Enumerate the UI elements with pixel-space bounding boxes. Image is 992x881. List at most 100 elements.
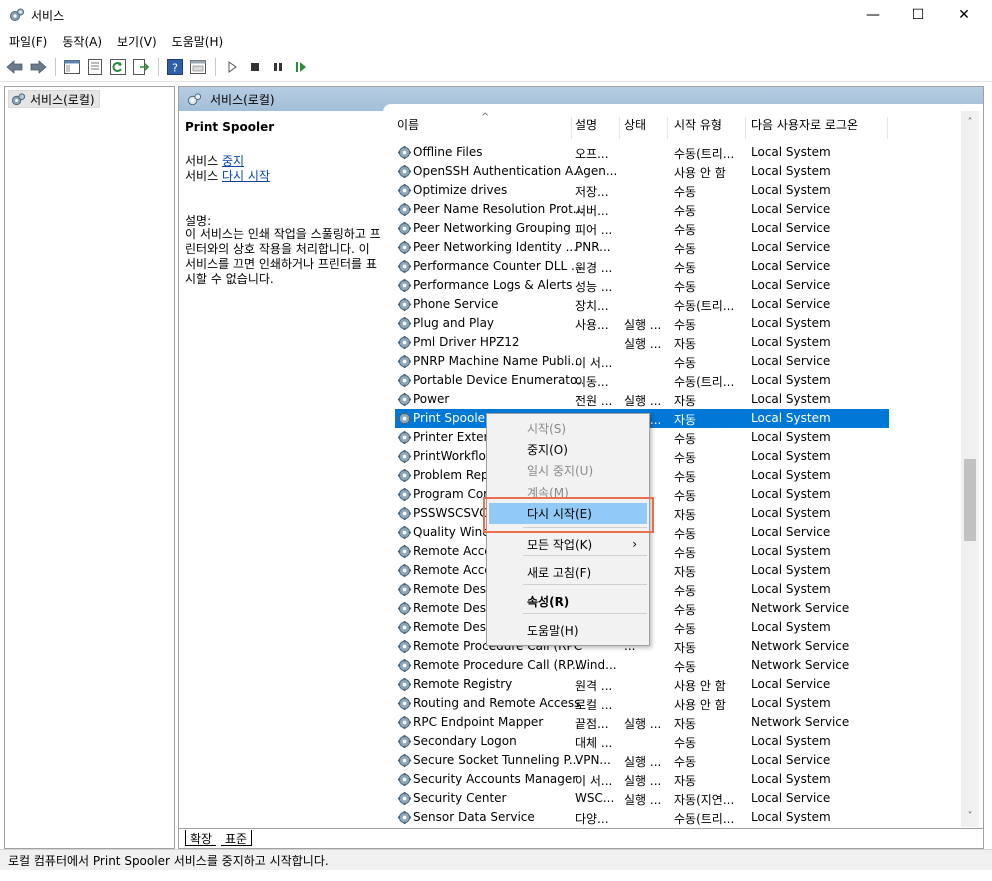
cell-name: Power <box>413 392 450 406</box>
service-gear-icon <box>397 373 412 388</box>
vertical-scrollbar[interactable]: ˄ ˅ <box>961 111 979 827</box>
menu-help[interactable]: 도움말(H) <box>166 33 230 50</box>
ctx-item-pause[interactable]: 일시 중지(U) <box>489 460 647 481</box>
column-divider[interactable] <box>571 117 572 139</box>
cell-logon-as: Network Service <box>751 601 850 615</box>
table-row[interactable]: Peer Name Resolution Prot... 서버... 수동 Local… <box>395 200 889 219</box>
tree-item-services-local[interactable]: 서비스(로컬) <box>8 90 100 108</box>
back-icon[interactable] <box>4 56 26 78</box>
cell-startup-type: 수동 <box>674 242 697 256</box>
restart-action: 서비스 다시 시작 <box>185 167 270 184</box>
service-gear-icon <box>397 620 412 635</box>
table-row[interactable]: Plug and Play 사용... 실행 ... 수동 Local System <box>395 314 889 333</box>
stop-service-link[interactable]: 중지 <box>222 154 244 168</box>
table-row[interactable]: Sensor Data Service 다양... 수동(트리... Local Sy… <box>395 808 889 827</box>
cell-name: Security Center <box>413 791 507 805</box>
table-row[interactable]: RPC Endpoint Mapper 끝점... 실행 ... 자동 Network … <box>395 713 889 732</box>
ctx-item-label: 시작(S) <box>527 422 567 436</box>
service-gear-icon <box>397 734 412 749</box>
table-row[interactable]: Performance Logs & Alerts 성능 ... 수동 Local S… <box>395 276 889 295</box>
table-row[interactable]: Peer Networking Grouping 피어 ... 수동 Local Se… <box>395 219 889 238</box>
column-divider[interactable] <box>887 117 888 139</box>
minimize-button[interactable]: — <box>850 0 896 30</box>
cell-startup-type: 사용 안 함 <box>674 679 726 693</box>
menu-view[interactable]: 보기(V) <box>111 33 163 50</box>
ctx-item-stop[interactable]: 중지(O) <box>489 439 647 460</box>
column-divider[interactable] <box>667 117 668 139</box>
menu-separator <box>523 555 647 556</box>
service-gear-icon <box>397 449 412 464</box>
menu-file[interactable]: 파일(F) <box>3 33 53 50</box>
table-row[interactable]: Performance Counter DLL ... 원경 ... 수동 Local… <box>395 257 889 276</box>
scroll-thumb[interactable] <box>964 459 976 541</box>
services-gear-icon <box>187 92 202 105</box>
pause-service-icon[interactable] <box>267 56 289 78</box>
ctx-item-start[interactable]: 시작(S) <box>489 418 647 439</box>
menu-action[interactable]: 동작(A) <box>56 33 108 50</box>
table-row[interactable]: Optimize drives 저장... 수동 Local System <box>395 181 889 200</box>
table-row[interactable]: OpenSSH Authentication A... Agen... 사용 안 함… <box>395 162 889 181</box>
export-list-icon[interactable] <box>130 56 152 78</box>
column-divider[interactable] <box>745 117 746 139</box>
close-button[interactable]: ✕ <box>941 0 987 30</box>
forward-icon[interactable] <box>27 56 49 78</box>
service-gear-icon <box>397 544 412 559</box>
service-gear-icon <box>397 601 412 616</box>
column-header-logon-as[interactable]: 다음 사용자로 로그온 <box>751 104 858 144</box>
table-row[interactable]: Secondary Logon 대체 ... 수동 Local System <box>395 732 889 751</box>
service-gear-icon <box>397 582 412 597</box>
cell-name: Performance Logs & Alerts <box>413 278 573 292</box>
cell-name: OpenSSH Authentication A... <box>413 164 583 178</box>
cell-logon-as: Local Service <box>751 753 831 767</box>
column-header-startup-type[interactable]: 시작 유형 <box>674 104 722 144</box>
scroll-up-icon[interactable]: ˄ <box>961 113 979 131</box>
column-header-name[interactable]: 이름 <box>397 104 419 144</box>
properties-sheet-icon[interactable] <box>84 56 106 78</box>
table-row[interactable]: Portable Device Enumerato... 이동... 수동(트리..… <box>395 371 889 390</box>
restart-service-link[interactable]: 다시 시작 <box>222 169 270 183</box>
cell-startup-type: 수동 <box>674 280 697 294</box>
stop-service-icon[interactable] <box>244 56 266 78</box>
table-row[interactable]: Pml Driver HPZ12 실행 ... 자동 Local System <box>395 333 889 352</box>
ctx-item-refresh[interactable]: 새로 고침(F) <box>489 562 647 583</box>
table-row[interactable]: Peer Networking Identity ... PNR... 수동 Loca… <box>395 238 889 257</box>
refresh-icon[interactable] <box>107 56 129 78</box>
ctx-item-all-tasks[interactable]: 모든 작업(K) › <box>489 534 647 555</box>
table-row[interactable]: Remote Procedure Call (RP... Wind... 수동 Net… <box>395 656 889 675</box>
tab-standard[interactable]: 표준 <box>221 830 253 846</box>
scroll-down-icon[interactable]: ˅ <box>961 807 979 825</box>
cell-startup-type: 자동 <box>674 508 697 522</box>
column-header-description[interactable]: 설명 <box>575 104 597 144</box>
maximize-button[interactable]: ☐ <box>895 0 941 30</box>
ctx-item-help[interactable]: 도움말(H) <box>489 620 647 641</box>
cell-logon-as: Local System <box>751 373 831 387</box>
cell-description: 다양... <box>575 812 609 826</box>
restart-service-icon[interactable] <box>290 56 312 78</box>
cell-name: Portable Device Enumerato... <box>413 373 583 387</box>
cell-startup-type: 자동 <box>674 565 697 579</box>
table-row[interactable]: PNRP Machine Name Publi... 이 서... 수동 Local … <box>395 352 889 371</box>
tab-extended[interactable]: 확장 <box>185 830 217 846</box>
cell-logon-as: Local System <box>751 696 831 710</box>
table-row[interactable]: Security Center WSC... 실행 ... 자동(지연... Local… <box>395 789 889 808</box>
show-tree-icon[interactable] <box>61 56 83 78</box>
column-header-status[interactable]: 상태 <box>624 104 646 144</box>
ctx-item-properties[interactable]: 속성(R) <box>489 591 647 612</box>
cell-logon-as: Local System <box>751 772 831 786</box>
ctx-item-resume[interactable]: 계속(M) <box>489 482 647 503</box>
help-icon[interactable]: ? <box>164 56 186 78</box>
table-row[interactable]: Phone Service 장치... 수동(트리... Local Service <box>395 295 889 314</box>
column-divider[interactable] <box>619 117 620 139</box>
console-tree-icon[interactable] <box>187 56 209 78</box>
ctx-item-restart[interactable]: 다시 시작(E) <box>489 503 647 524</box>
table-row[interactable]: Secure Socket Tunneling P... VPN... 실행 ...… <box>395 751 889 770</box>
cell-description: 이동... <box>575 375 609 389</box>
table-row[interactable]: Offline Files 오프... 수동(트리... Local System <box>395 143 889 162</box>
table-row[interactable]: Routing and Remote Access 로컬 ... 사용 안 함 Loc… <box>395 694 889 713</box>
table-row[interactable]: Security Accounts Manager 이 서... 실행 ... 자동 L… <box>395 770 889 789</box>
table-row[interactable]: Remote Registry 원격 ... 사용 안 함 Local Service <box>395 675 889 694</box>
table-row[interactable]: Power 전원 ... 실행 ... 자동 Local System <box>395 390 889 409</box>
menu-separator <box>523 584 647 585</box>
ctx-item-label: 계속(M) <box>527 486 569 500</box>
start-service-icon[interactable] <box>221 56 243 78</box>
